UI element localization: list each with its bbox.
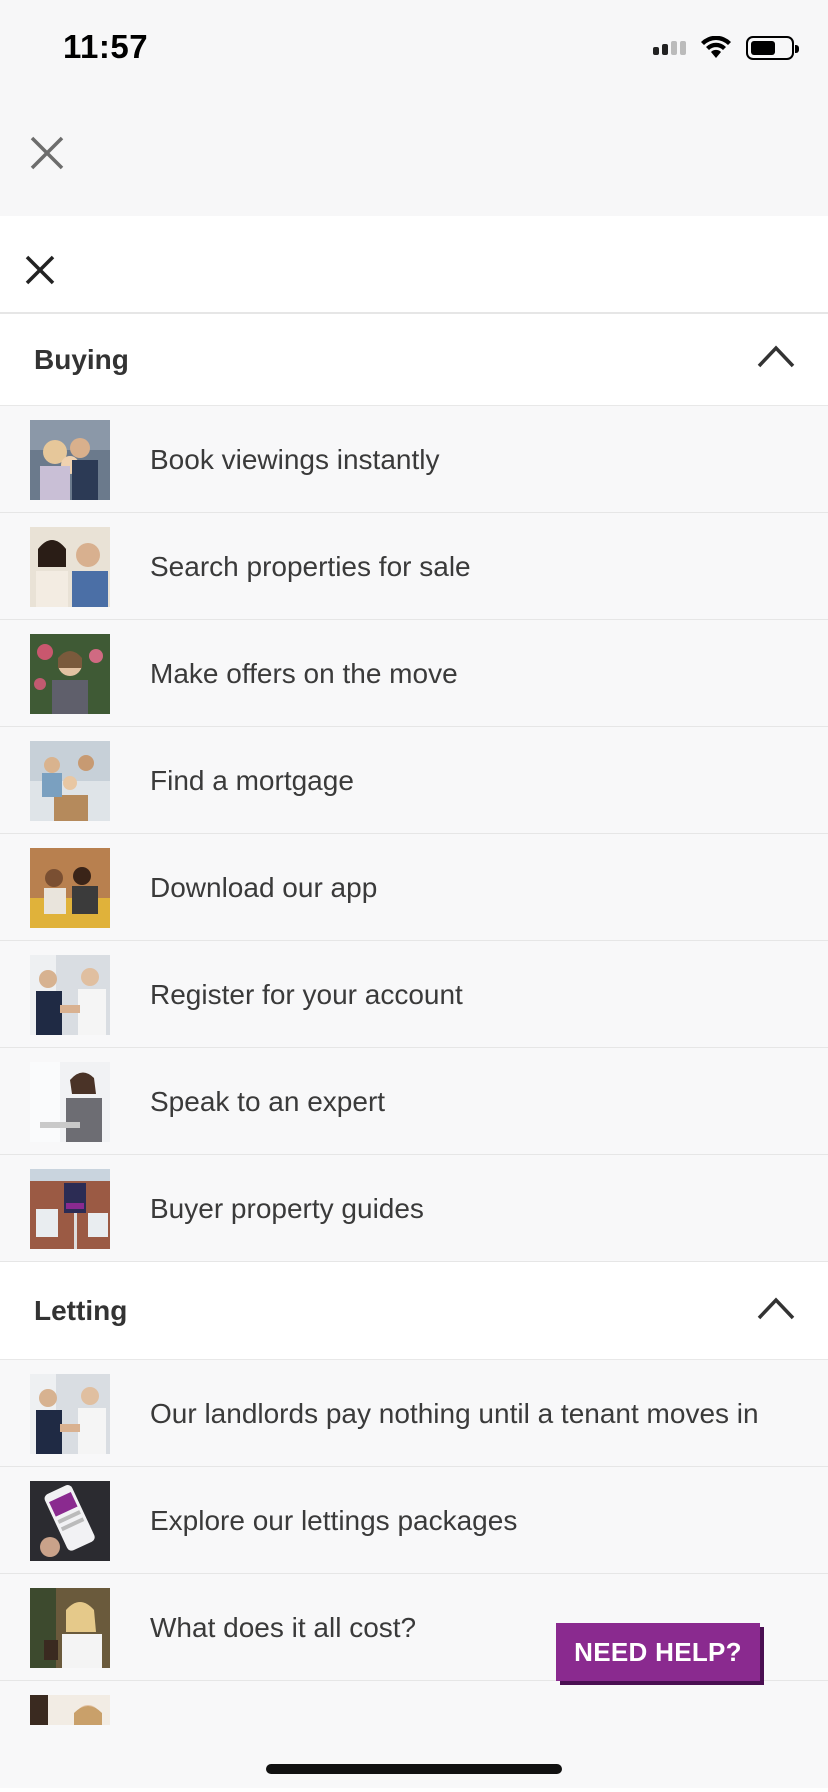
menu-item[interactable]: Book viewings instantly: [0, 406, 828, 513]
for-sale-sign-photo: [30, 1169, 110, 1249]
menu-item-label: Make offers on the move: [150, 658, 458, 689]
chevron-up-icon[interactable]: [756, 342, 796, 370]
menu-header: [0, 216, 828, 314]
menu-panel: Buying Book viewings instantly Search pr…: [0, 216, 828, 1792]
woman-desk-photo: [30, 1062, 110, 1142]
section-header-letting[interactable]: Letting: [0, 1262, 828, 1360]
chevron-up-icon[interactable]: [756, 1294, 796, 1322]
battery-icon: [746, 36, 799, 60]
status-bar: 11:57: [0, 0, 828, 100]
status-time: 11:57: [63, 28, 149, 65]
woman-garden-photo: [30, 634, 110, 714]
menu-item[interactable]: Our landlords pay nothing until a tenant…: [0, 1360, 828, 1467]
menu-item[interactable]: Download our app: [0, 834, 828, 941]
handshake-photo: [30, 1374, 110, 1454]
menu-item-label: Download our app: [150, 872, 378, 903]
top-area: [0, 100, 828, 216]
woman-partial-photo: [30, 1695, 110, 1725]
section-title: Letting: [34, 1295, 128, 1326]
couple-photo: [30, 527, 110, 607]
menu-item-label: Speak to an expert: [150, 1086, 386, 1117]
menu-item[interactable]: Make offers on the move: [0, 620, 828, 727]
menu-item[interactable]: Search properties for sale: [0, 513, 828, 620]
need-help-button[interactable]: NEED HELP?: [556, 1623, 764, 1685]
close-icon[interactable]: [24, 254, 56, 286]
menu-item[interactable]: Explore our lettings packages: [0, 1467, 828, 1574]
menu-item-label: Register for your account: [150, 979, 463, 1010]
menu-item-label: Our landlords pay nothing until a tenant…: [150, 1398, 759, 1429]
menu-item[interactable]: Speak to an expert: [0, 1048, 828, 1155]
wifi-icon: [701, 36, 731, 58]
section-header-buying[interactable]: Buying: [0, 314, 828, 406]
menu-item-label: Search properties for sale: [150, 551, 471, 582]
couple-sofa-photo: [30, 848, 110, 928]
menu-item-label: What does it all cost?: [150, 1612, 417, 1643]
woman-portrait-photo: [30, 1588, 110, 1668]
status-icons: [653, 36, 799, 60]
menu-item-label: Buyer property guides: [150, 1193, 424, 1224]
menu-item[interactable]: Buyer property guides: [0, 1155, 828, 1262]
family-photo: [30, 420, 110, 500]
phone-app-photo: [30, 1481, 110, 1561]
section-title: Buying: [34, 344, 129, 375]
menu-item-label: Explore our lettings packages: [150, 1505, 518, 1536]
menu-item-label: Find a mortgage: [150, 765, 354, 796]
close-icon[interactable]: [28, 134, 66, 172]
menu-item[interactable]: Find a mortgage: [0, 727, 828, 834]
need-help-label: NEED HELP?: [556, 1623, 760, 1681]
handshake-photo: [30, 955, 110, 1035]
signal-icon: [653, 41, 686, 55]
family-boxes-photo: [30, 741, 110, 821]
menu-item-label: Book viewings instantly: [150, 444, 440, 475]
home-indicator: [266, 1764, 562, 1774]
menu-item[interactable]: Register for your account: [0, 941, 828, 1048]
